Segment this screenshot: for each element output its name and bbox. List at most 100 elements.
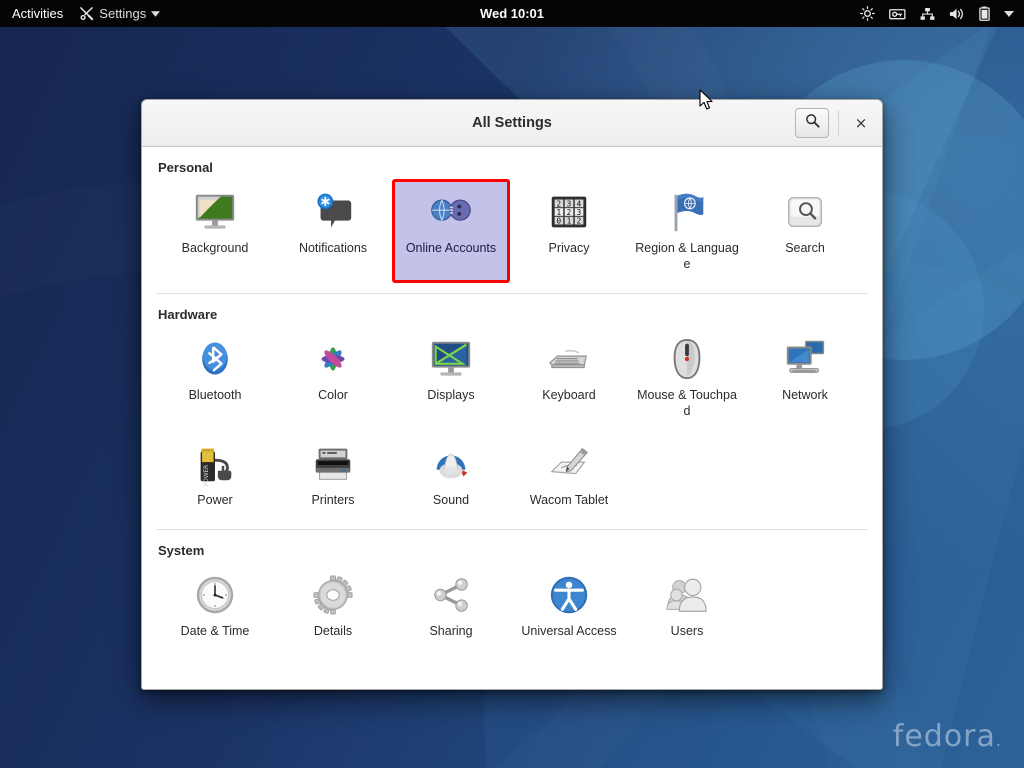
region-language-icon	[663, 188, 711, 236]
settings-item-label: Power	[197, 492, 233, 507]
volume-icon	[949, 7, 965, 21]
section-system: System Date & Time Details Sharing Unive…	[142, 530, 882, 651]
settings-item-network[interactable]: Network	[746, 326, 864, 430]
battery-icon	[979, 6, 990, 21]
settings-item-mouse-touchpad[interactable]: Mouse & Touchpad	[628, 326, 746, 430]
section-hardware: Hardware Bluetooth Color Displays Keyboa…	[142, 294, 882, 519]
settings-item-bluetooth[interactable]: Bluetooth	[156, 326, 274, 430]
settings-item-power[interactable]: POWER Power	[156, 431, 274, 520]
keyring-icon	[889, 7, 906, 21]
search-icon	[805, 113, 820, 133]
app-menu-button[interactable]: Settings	[79, 6, 161, 21]
svg-text:1: 1	[567, 217, 572, 226]
svg-text:0: 0	[557, 217, 562, 226]
settings-item-label: Privacy	[548, 241, 590, 255]
settings-item-label: Mouse & Touchpad	[637, 388, 737, 418]
universal-access-icon	[545, 571, 593, 619]
settings-item-online-accounts[interactable]: Online Accounts	[392, 179, 510, 284]
svg-text:2: 2	[557, 199, 562, 208]
background-icon	[191, 188, 239, 236]
bluetooth-icon	[191, 335, 239, 383]
activities-button[interactable]: Activities	[12, 6, 63, 21]
settings-item-label: Color	[318, 388, 348, 403]
settings-item-label: Background	[181, 241, 249, 255]
svg-text:POWER: POWER	[204, 464, 210, 485]
header-separator	[838, 110, 839, 136]
settings-item-search[interactable]: Search	[746, 179, 864, 283]
settings-item-universal-access[interactable]: Universal Access	[510, 562, 628, 651]
network-icon	[920, 7, 935, 21]
sharing-icon	[427, 571, 475, 619]
chevron-down-icon	[151, 10, 161, 17]
system-status-area[interactable]	[860, 6, 1024, 21]
settings-item-label: Bluetooth	[188, 388, 242, 403]
settings-item-label: Region & Language	[635, 241, 739, 271]
svg-text:3: 3	[577, 208, 582, 217]
tools-icon	[79, 6, 94, 21]
svg-text:3: 3	[567, 199, 572, 208]
panel-grid: Bluetooth Color Displays Keyboard Mouse …	[156, 326, 868, 519]
settings-item-displays[interactable]: Displays	[392, 326, 510, 430]
section-title: Hardware	[158, 307, 218, 323]
settings-item-label: Notifications	[298, 241, 368, 255]
fedora-watermark-text: fedora	[892, 719, 996, 754]
section-title: System	[158, 543, 205, 559]
settings-item-label: Sound	[432, 492, 470, 507]
network-panel-icon	[781, 335, 829, 383]
sound-icon	[427, 440, 475, 488]
close-button[interactable]: ×	[848, 110, 874, 136]
panel-grid: Background Notifications Online Accounts…	[156, 179, 868, 284]
window-title: All Settings	[472, 115, 552, 131]
settings-panel-list: Personal Background Notifications Online…	[142, 147, 882, 657]
svg-text:4: 4	[577, 199, 582, 208]
settings-item-label: Search	[785, 241, 825, 255]
settings-item-sound[interactable]: Sound	[392, 431, 510, 520]
date-time-icon	[191, 571, 239, 619]
notifications-icon	[309, 188, 357, 236]
settings-item-notifications[interactable]: Notifications	[274, 179, 392, 283]
settings-item-label: Online Accounts	[405, 241, 497, 255]
panel-grid: Date & Time Details Sharing Universal Ac…	[156, 562, 868, 651]
settings-item-label: Wacom Tablet	[529, 492, 609, 507]
settings-item-date-time[interactable]: Date & Time	[156, 562, 274, 651]
svg-text:1: 1	[557, 208, 562, 217]
settings-item-users[interactable]: Users	[628, 562, 746, 651]
settings-item-wacom-tablet[interactable]: Wacom Tablet	[510, 431, 628, 520]
settings-item-label: Date & Time	[180, 624, 250, 639]
svg-text:2: 2	[577, 217, 582, 226]
settings-item-label: Users	[670, 624, 704, 639]
gnome-top-bar: Activities Settings Wed 10:01	[0, 0, 1024, 27]
chevron-down-icon[interactable]	[1004, 10, 1014, 17]
all-settings-window: All Settings × Personal Background Notif…	[141, 99, 883, 690]
settings-item-label: Printers	[311, 492, 355, 507]
search-panel-icon	[781, 188, 829, 236]
online-accounts-icon	[427, 188, 475, 236]
section-title: Personal	[158, 160, 213, 175]
settings-item-background[interactable]: Background	[156, 179, 274, 283]
settings-item-label: Displays	[427, 388, 475, 403]
keyboard-icon	[545, 335, 593, 383]
settings-item-region-language[interactable]: Region & Language	[628, 179, 746, 283]
header-controls: ×	[795, 108, 882, 138]
settings-item-label: Sharing	[429, 624, 473, 639]
settings-item-details[interactable]: Details	[274, 562, 392, 651]
settings-item-printers[interactable]: Printers	[274, 431, 392, 520]
settings-item-label: Network	[782, 388, 828, 403]
settings-item-keyboard[interactable]: Keyboard	[510, 326, 628, 430]
users-icon	[663, 571, 711, 619]
settings-item-privacy[interactable]: 2 3 4 1 2 3 0 1 2 Privacy	[510, 179, 628, 283]
svg-text:2: 2	[567, 208, 572, 217]
printers-icon	[309, 440, 357, 488]
search-button[interactable]	[795, 108, 829, 138]
mouse-touchpad-icon	[663, 335, 711, 383]
settings-item-label: Universal Access	[521, 624, 617, 639]
settings-item-label: Keyboard	[542, 388, 596, 403]
window-header-bar: All Settings ×	[142, 100, 882, 147]
brightness-icon	[860, 6, 875, 21]
details-icon	[309, 571, 357, 619]
section-personal: Personal Background Notifications Online…	[142, 147, 882, 284]
settings-item-label: Details	[313, 624, 353, 639]
settings-item-sharing[interactable]: Sharing	[392, 562, 510, 651]
app-menu-label: Settings	[99, 6, 147, 21]
settings-item-color[interactable]: Color	[274, 326, 392, 430]
